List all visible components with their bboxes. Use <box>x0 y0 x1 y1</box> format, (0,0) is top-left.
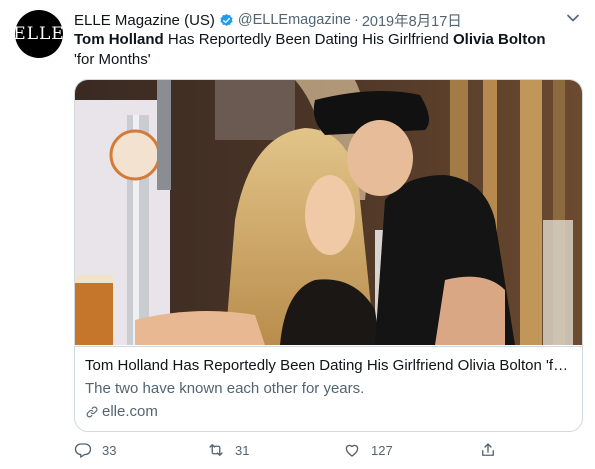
tweet-text-part-2: Has Reportedly Been Dating His Girlfrien… <box>163 31 454 48</box>
tweet-text-bold-1: Tom Holland <box>74 31 164 48</box>
verified-icon <box>220 13 233 26</box>
tweet-text-part-4: 'for Months' <box>74 51 151 68</box>
tweet-text-bold-2: Olivia Bolton <box>453 31 546 48</box>
separator-dot: · <box>353 12 359 28</box>
author-handle[interactable]: @ELLEmagazine <box>238 12 351 28</box>
retweet-count: 31 <box>235 442 250 458</box>
share-icon <box>482 443 494 456</box>
action-bar: 33 31 127 <box>74 441 504 463</box>
card-info: Tom Holland Has Reportedly Been Dating H… <box>75 346 582 431</box>
reply-button[interactable]: 33 <box>74 441 116 459</box>
like-icon <box>345 444 359 457</box>
avatar[interactable]: ELLE <box>13 10 65 58</box>
tweet-date[interactable]: 2019年8月17日 <box>362 10 462 31</box>
avatar-logo-text: ELLE <box>13 24 65 44</box>
card-description: The two have known each other for years. <box>85 380 365 397</box>
card-title[interactable]: Tom Holland Has Reportedly Been Dating H… <box>85 357 575 374</box>
link-icon <box>86 406 98 417</box>
retweet-icon <box>209 444 223 456</box>
card-domain[interactable]: elle.com <box>85 403 158 420</box>
card-domain-text: elle.com <box>102 403 158 420</box>
reply-count: 33 <box>102 442 117 458</box>
caret-down-icon[interactable] <box>565 10 581 26</box>
share-button[interactable] <box>479 441 507 459</box>
tweet: ELLE ELLE Magazine (US) @ELLEmagazine · … <box>0 0 595 469</box>
link-card[interactable]: Tom Holland Has Reportedly Been Dating H… <box>74 79 583 432</box>
reply-icon <box>74 443 92 458</box>
tweet-header: ELLE Magazine (US) @ELLEmagazine · 2019年… <box>74 10 565 30</box>
author-name[interactable]: ELLE Magazine (US) <box>74 12 215 29</box>
retweet-button[interactable]: 31 <box>207 441 249 459</box>
like-button[interactable]: 127 <box>343 441 393 459</box>
tweet-text: Tom Holland Has Reportedly Been Dating H… <box>74 30 574 70</box>
like-count: 127 <box>371 442 393 458</box>
card-photo <box>75 80 582 345</box>
